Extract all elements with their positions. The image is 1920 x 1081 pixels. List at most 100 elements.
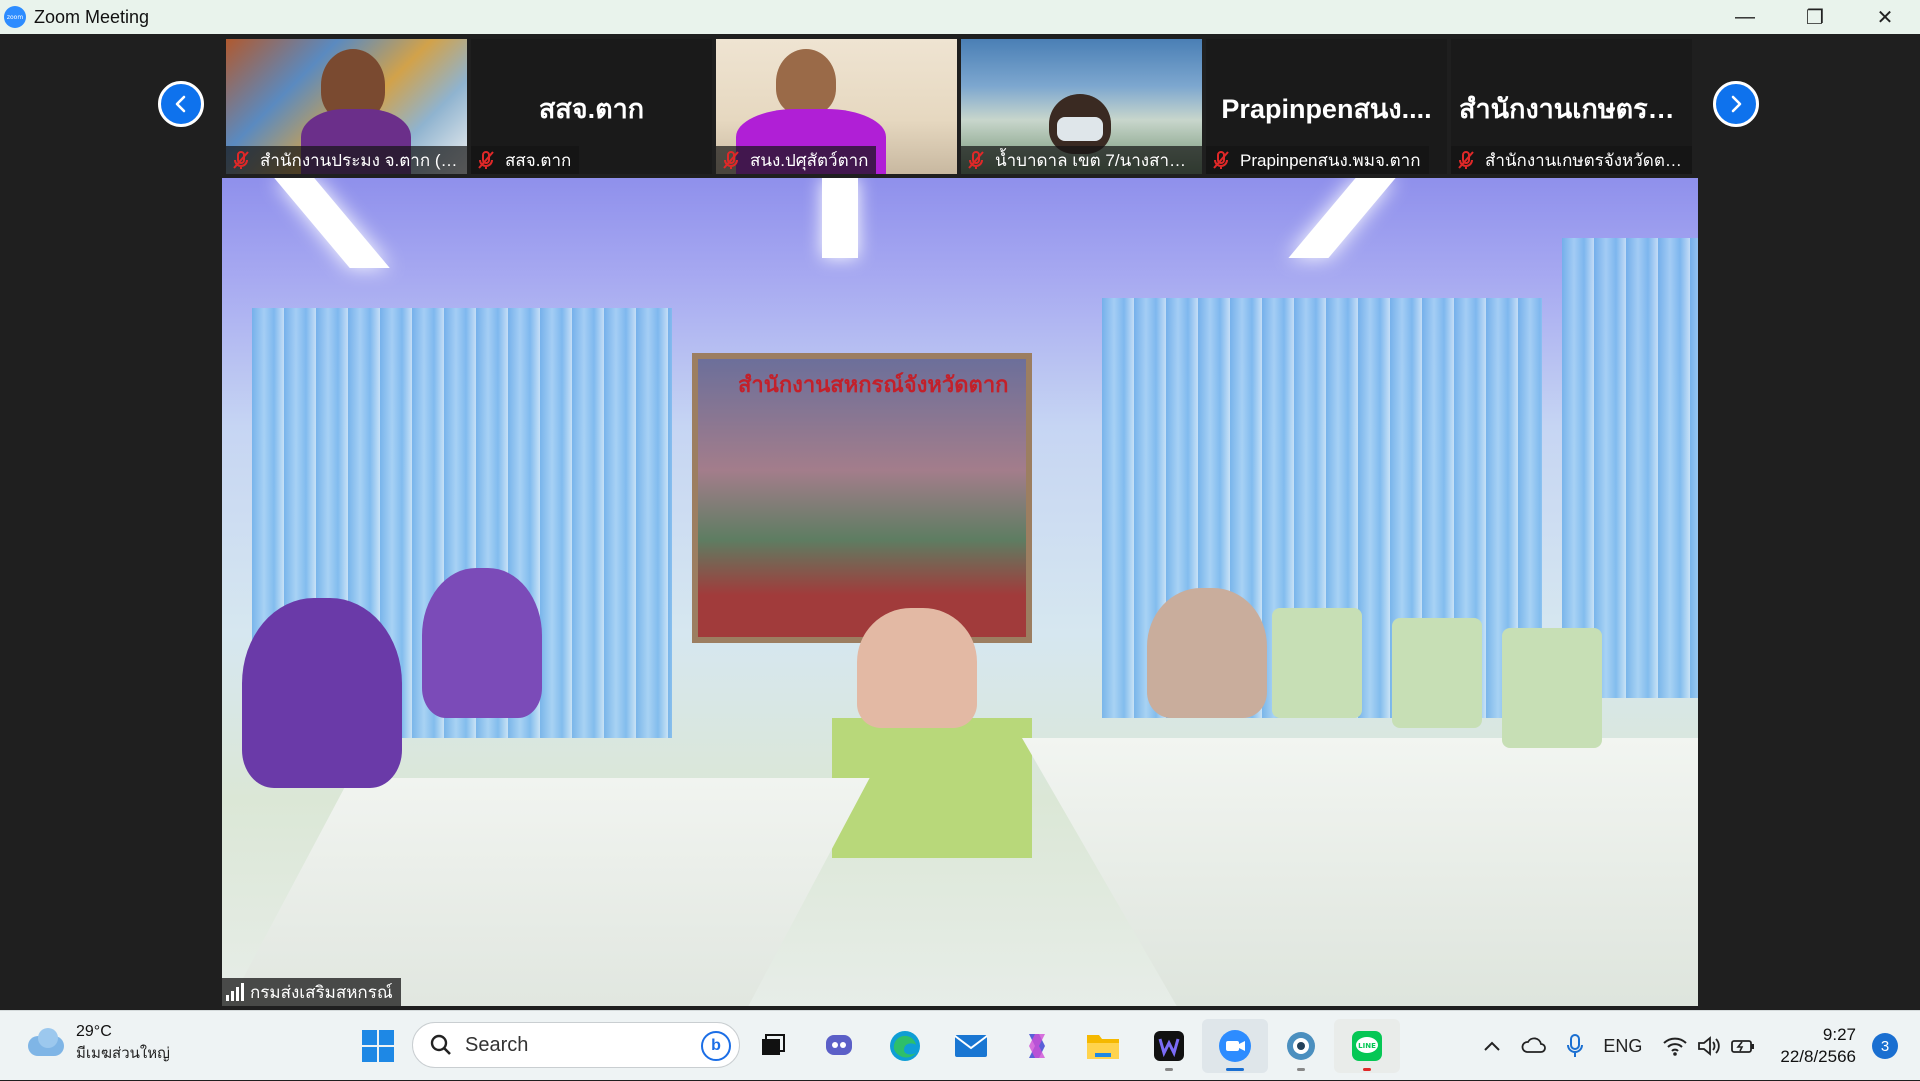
window-controls: — ❐ ✕ <box>1710 0 1920 34</box>
clipchamp-icon <box>1154 1031 1184 1061</box>
notification-indicator <box>1363 1068 1371 1071</box>
task-view-icon <box>762 1034 785 1055</box>
participant-name: สำนักงานเกษตรจังหวัดตาก <box>1485 150 1684 170</box>
banner-title: สำนักงานสหกรณ์จังหวัดตาก <box>738 372 1009 397</box>
participant-label: Prapinpenสนง.พมจ.ตาก <box>1206 146 1429 174</box>
notification-count: 3 <box>1880 1037 1890 1055</box>
app-icon-text: zoom <box>6 13 24 21</box>
show-hidden-icons-button[interactable] <box>1473 1011 1511 1081</box>
taskbar-search-box[interactable]: Search b <box>412 1022 740 1068</box>
attendee <box>422 568 542 718</box>
clock[interactable]: 9:27 22/8/2566 <box>1766 1024 1864 1068</box>
participant-tile[interactable]: สสจ.ตาก สสจ.ตาก <box>471 39 712 174</box>
gallery-prev-button[interactable] <box>158 81 204 127</box>
chevron-left-icon <box>175 95 186 113</box>
participant-tile[interactable]: สำนักงานประมง จ.ตาก (อ... <box>226 39 467 174</box>
mic-muted-icon <box>233 151 249 169</box>
zoom-taskbar-button[interactable] <box>1202 1019 1268 1073</box>
file-explorer-button[interactable] <box>1070 1019 1136 1073</box>
microphone-icon <box>1567 1034 1584 1057</box>
mic-muted-icon <box>1213 151 1229 169</box>
clock-date: 22/8/2566 <box>1780 1047 1856 1066</box>
mail-icon <box>954 1035 988 1057</box>
svg-text:LINE: LINE <box>1358 1042 1376 1050</box>
attendee <box>242 598 402 788</box>
weather-widget[interactable]: 29°C มีเมฆส่วนใหญ่ <box>26 1021 170 1065</box>
participant-name: สนง.ปศุสัตว์ตาก <box>750 150 869 170</box>
weather-temp: 29°C <box>76 1023 112 1040</box>
volume-icon <box>1698 1036 1721 1056</box>
webcam-app-button[interactable] <box>1268 1019 1334 1073</box>
attendee <box>857 608 977 728</box>
signal-strength-icon <box>226 983 244 1001</box>
ceiling-light <box>1288 178 1396 258</box>
taskbar: 29°C มีเมฆส่วนใหญ่ Search b LINE ENG 9:2… <box>0 1010 1920 1080</box>
start-button[interactable] <box>345 1019 411 1073</box>
clipchamp-button[interactable] <box>1136 1019 1202 1073</box>
edge-button[interactable] <box>872 1019 938 1073</box>
close-button[interactable]: ✕ <box>1850 0 1920 34</box>
input-language-button[interactable]: ENG <box>1593 1011 1652 1081</box>
participant-face <box>776 49 836 115</box>
language-indicator: ENG <box>1603 1035 1643 1056</box>
notification-badge[interactable]: 3 <box>1872 1033 1898 1059</box>
left-table <box>222 778 870 1006</box>
bing-icon: b <box>701 1031 731 1061</box>
chair <box>1392 618 1482 728</box>
gallery-next-button[interactable] <box>1713 81 1759 127</box>
teams-chat-button[interactable] <box>806 1019 872 1073</box>
teams-chat-icon <box>826 1035 852 1055</box>
participant-tile[interactable]: Prapinpenสนง.... Prapinpenสนง.พมจ.ตาก <box>1206 39 1447 174</box>
wifi-icon <box>1663 1037 1688 1056</box>
participant-tile[interactable]: สนง.ปศุสัตว์ตาก <box>716 39 957 174</box>
minimize-button[interactable]: — <box>1710 0 1780 34</box>
restore-icon: ❐ <box>1806 6 1824 29</box>
webcam-app-icon <box>1287 1032 1315 1060</box>
chevron-right-icon <box>1731 95 1742 113</box>
chevron-up-icon <box>1484 1041 1501 1051</box>
copilot-button[interactable] <box>1004 1019 1070 1073</box>
chair <box>1272 608 1362 718</box>
participant-label: สำนักงานประมง จ.ตาก (อ... <box>226 146 467 174</box>
participant-label: น้ำบาดาล เขต 7/นางสาวนิ... <box>961 146 1202 174</box>
active-indicator <box>1226 1068 1244 1071</box>
participant-label: สนง.ปศุสัตว์ตาก <box>716 146 877 174</box>
participant-label: สำนักงานเกษตรจังหวัดตาก <box>1451 146 1692 174</box>
active-speaker-video[interactable]: สำนักงานสหกรณ์จังหวัดตาก <box>222 178 1698 1006</box>
participant-strip: สำนักงานประมง จ.ตาก (อ... สสจ.ตาก สสจ.ตา… <box>226 39 1692 174</box>
edge-icon <box>890 1031 920 1061</box>
attendee <box>1147 588 1267 718</box>
weather-text: 29°C มีเมฆส่วนใหญ่ <box>76 1021 170 1065</box>
microphone-button[interactable] <box>1557 1011 1593 1081</box>
participant-tile[interactable]: น้ำบาดาล เขต 7/นางสาวนิ... <box>961 39 1202 174</box>
chair <box>1502 628 1602 748</box>
search-icon <box>430 1034 451 1055</box>
onedrive-button[interactable] <box>1511 1011 1557 1081</box>
participant-label: สสจ.ตาก <box>471 146 580 174</box>
zoom-icon <box>1219 1030 1251 1062</box>
participant-name: สำนักงานประมง จ.ตาก (อ... <box>260 150 459 170</box>
cloud-sync-icon <box>1521 1037 1547 1053</box>
participant-tile[interactable]: สำนักงานเกษตรจั... สำนักงานเกษตรจังหวัดต… <box>1451 39 1692 174</box>
right-table <box>1022 738 1698 1006</box>
line-icon: LINE <box>1352 1031 1382 1061</box>
line-button[interactable]: LINE <box>1334 1019 1400 1073</box>
mail-button[interactable] <box>938 1019 1004 1073</box>
running-indicator <box>1297 1068 1305 1071</box>
participant-display-name: สสจ.ตาก <box>538 94 645 124</box>
ceiling-light <box>822 178 858 258</box>
network-volume-battery-button[interactable] <box>1652 1011 1766 1081</box>
copilot-icon <box>1029 1034 1045 1058</box>
title-bar: zoom Zoom Meeting — ❐ ✕ <box>0 0 1920 34</box>
ceiling-light <box>274 178 390 268</box>
restore-button[interactable]: ❐ <box>1780 0 1850 34</box>
zoom-app-icon: zoom <box>4 6 26 28</box>
speaker-name: กรมส่งเสริมสหกรณ์ <box>250 982 393 1002</box>
mic-muted-icon <box>723 151 739 169</box>
file-explorer-icon <box>1087 1035 1119 1059</box>
task-view-button[interactable] <box>740 1019 806 1073</box>
participant-name: Prapinpenสนง.พมจ.ตาก <box>1240 150 1421 170</box>
weather-desc: มีเมฆส่วนใหญ่ <box>76 1045 170 1062</box>
clock-time: 9:27 <box>1822 1025 1856 1044</box>
system-tray: ENG 9:27 22/8/2566 3 <box>1473 1011 1920 1081</box>
